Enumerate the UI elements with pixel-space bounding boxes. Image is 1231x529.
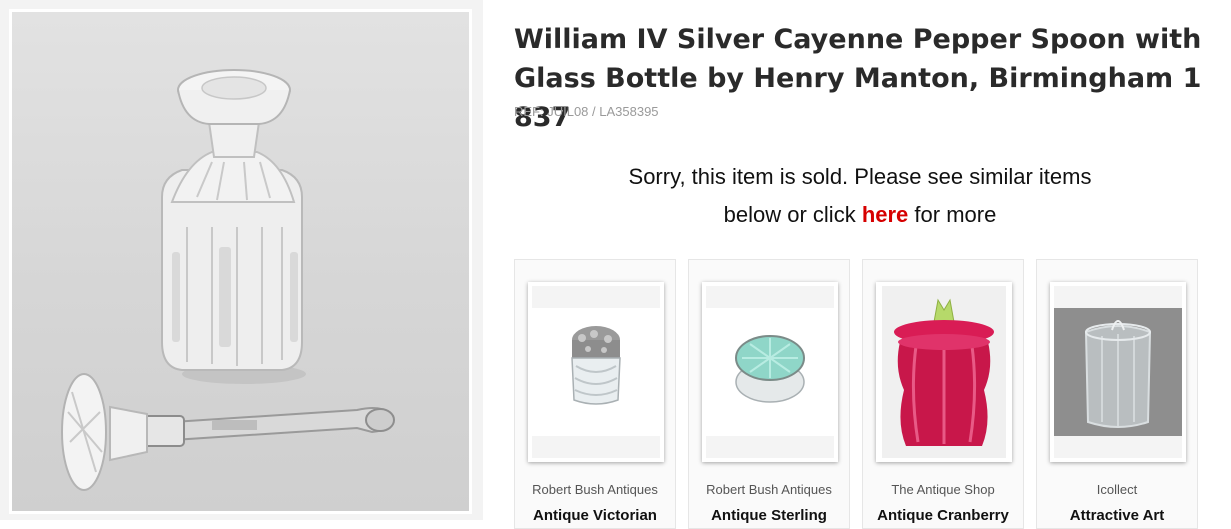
item-thumbnail[interactable] — [702, 282, 838, 462]
sold-message-suffix: for more — [908, 202, 997, 227]
item-thumbnail[interactable] — [876, 282, 1012, 462]
main-product-image[interactable] — [12, 12, 469, 511]
item-thumbnail[interactable] — [1050, 282, 1186, 462]
item-name[interactable]: Antique Victorian — [515, 507, 675, 524]
item-dealer[interactable]: The Antique Shop — [863, 482, 1023, 497]
item-name[interactable]: Antique Sterling — [689, 507, 849, 524]
item-name[interactable]: Attractive Art — [1037, 507, 1197, 524]
item-dealer[interactable]: Icollect — [1037, 482, 1197, 497]
main-image-frame[interactable] — [9, 9, 472, 514]
product-gallery — [0, 0, 483, 520]
similar-item-card[interactable]: Robert Bush Antiques Antique Victorian — [514, 259, 676, 529]
item-dealer[interactable]: Robert Bush Antiques — [515, 482, 675, 497]
here-link[interactable]: here — [862, 202, 908, 227]
similar-item-card[interactable]: Icollect Attractive Art — [1036, 259, 1198, 529]
sold-message-text: Sorry, this item is sold. Please see sim… — [628, 164, 1092, 227]
item-thumbnail[interactable] — [528, 282, 664, 462]
product-title: William IV Silver Cayenne Pepper Spoon w… — [514, 24, 1202, 133]
item-dealer[interactable]: Robert Bush Antiques — [689, 482, 849, 497]
product-reference: REF: JUIL08 / LA358395 — [514, 104, 659, 119]
similar-item-card[interactable]: The Antique Shop Antique Cranberry — [862, 259, 1024, 529]
similar-item-card[interactable]: Robert Bush Antiques Antique Sterling — [688, 259, 850, 529]
similar-items: Robert Bush Antiques Antique Victorian R… — [514, 259, 1204, 529]
item-name[interactable]: Antique Cranberry — [863, 507, 1023, 524]
sold-message: Sorry, this item is sold. Please see sim… — [600, 158, 1120, 234]
